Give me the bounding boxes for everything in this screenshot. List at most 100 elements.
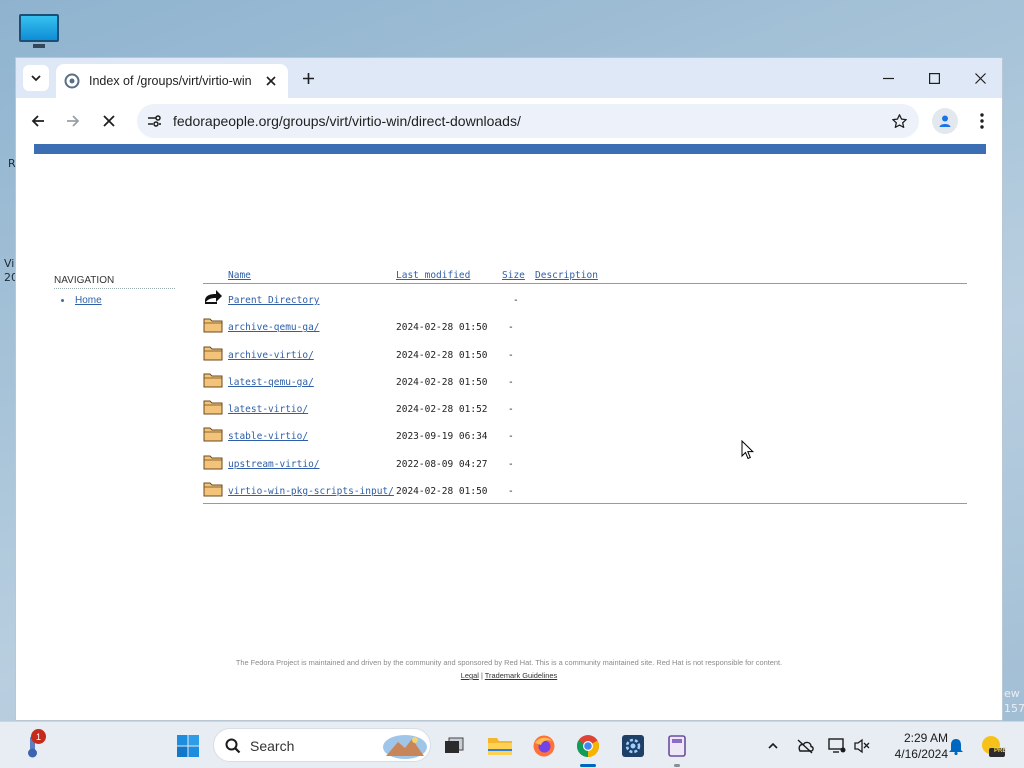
kebab-menu-icon — [980, 113, 984, 129]
firefox-button[interactable] — [529, 731, 559, 761]
row-name-link[interactable]: archive-virtio/ — [228, 350, 314, 361]
search-icon — [225, 738, 241, 754]
app-open-indicator — [674, 764, 680, 767]
page-content: NAVIGATION Home Name Last modified Size … — [16, 144, 1002, 720]
navigation-item: Home — [61, 295, 102, 306]
row-name-link[interactable]: upstream-virtio/ — [228, 459, 320, 470]
notifications-button[interactable] — [941, 731, 971, 761]
bullet-icon — [61, 299, 64, 302]
gear-icon — [622, 735, 644, 757]
folder-icon[interactable] — [203, 453, 223, 471]
maximize-icon — [928, 72, 940, 84]
row-name-link[interactable]: Parent Directory — [228, 295, 320, 306]
address-bar[interactable]: fedorapeople.org/groups/virt/virtio-win/… — [137, 104, 919, 138]
app-window-button[interactable] — [662, 731, 692, 761]
new-tab-button[interactable] — [297, 67, 319, 89]
folder-icon[interactable] — [203, 425, 223, 443]
parent-directory-icon[interactable] — [203, 289, 223, 307]
search-highlight-image-icon — [383, 735, 427, 759]
notification-badge: 1 — [31, 729, 46, 744]
person-icon — [939, 115, 951, 127]
file-explorer-button[interactable] — [485, 731, 515, 761]
profile-avatar-button[interactable] — [932, 108, 958, 134]
close-tab-icon[interactable] — [262, 72, 280, 90]
trademark-guidelines-link[interactable]: Trademark Guidelines — [485, 671, 557, 680]
table-row: virtio-win-pkg-scripts-input/2024-02-28 … — [203, 475, 967, 502]
search-label: Search — [250, 738, 295, 754]
folder-icon[interactable] — [203, 398, 223, 416]
plus-icon — [302, 72, 314, 84]
row-name-link[interactable]: latest-qemu-ga/ — [228, 377, 314, 388]
stop-loading-button[interactable] — [96, 108, 122, 134]
chevron-up-icon — [768, 742, 778, 749]
sort-by-size-link[interactable]: Size — [502, 270, 525, 281]
forward-button[interactable] — [60, 108, 86, 134]
tab-search-button[interactable] — [23, 65, 49, 91]
desktop-text-fragment: ew — [1004, 687, 1020, 700]
show-hidden-icons-button[interactable] — [758, 731, 788, 761]
folder-icon[interactable] — [203, 480, 223, 498]
row-modified: 2024-02-28 01:50 — [396, 349, 488, 361]
stop-x-icon — [103, 115, 115, 127]
row-modified: 2024-02-28 01:50 — [396, 486, 488, 498]
row-name-link[interactable]: latest-virtio/ — [228, 404, 308, 415]
navigation-heading: NAVIGATION — [54, 275, 175, 289]
tab-title: Index of /groups/virt/virtio-win — [89, 74, 252, 88]
desktop-computer-icon[interactable] — [17, 12, 61, 50]
preview-badge-button[interactable]: PRE — [977, 731, 1007, 761]
row-size: - — [513, 295, 519, 306]
minimize-button[interactable] — [865, 64, 911, 92]
chrome-button[interactable] — [573, 731, 603, 761]
browser-menu-button[interactable] — [969, 108, 995, 134]
table-row: archive-virtio/2024-02-28 01:50 - — [203, 339, 967, 366]
taskbar-search-box[interactable]: Search — [213, 728, 431, 762]
sort-by-name-link[interactable]: Name — [228, 270, 251, 281]
row-modified: 2024-02-28 01:52 — [396, 404, 488, 416]
task-view-button[interactable] — [439, 731, 469, 761]
system-clock[interactable]: 2:29 AM 4/16/2024 — [878, 730, 948, 762]
table-row: latest-virtio/2024-02-28 01:52 - — [203, 393, 967, 420]
row-name-link[interactable]: stable-virtio/ — [228, 431, 308, 442]
table-row: Parent Directory - — [203, 284, 967, 311]
back-button[interactable] — [25, 108, 51, 134]
sort-by-modified-link[interactable]: Last modified — [396, 270, 470, 281]
row-size: - — [508, 431, 514, 443]
row-name-link[interactable]: virtio-win-pkg-scripts-input/ — [228, 486, 394, 497]
table-row: stable-virtio/2023-09-19 06:34 - — [203, 420, 967, 447]
browser-tab-active[interactable]: Index of /groups/virt/virtio-win — [56, 64, 288, 98]
row-modified: 2023-09-19 06:34 — [396, 431, 488, 443]
folder-icon[interactable] — [203, 344, 223, 362]
table-row: upstream-virtio/2022-08-09 04:27 - — [203, 448, 967, 475]
start-button[interactable] — [173, 731, 203, 761]
row-modified: 2024-02-28 01:50 — [396, 322, 488, 334]
onedrive-button[interactable] — [790, 731, 820, 761]
page-footer: The Fedora Project is maintained and dri… — [16, 658, 1002, 680]
preview-build-icon — [982, 736, 1005, 757]
folder-icon[interactable] — [203, 316, 223, 334]
windows-logo-icon — [177, 735, 199, 757]
home-link[interactable]: Home — [75, 295, 102, 306]
clock-time: 2:29 AM — [903, 731, 948, 745]
settings-app-button[interactable] — [618, 731, 648, 761]
folder-icon[interactable] — [203, 371, 223, 389]
row-size: - — [508, 486, 514, 498]
desktop-text-fragment: Vi — [4, 257, 15, 270]
minimize-icon — [882, 77, 894, 79]
volume-button[interactable] — [847, 731, 877, 761]
maximize-button[interactable] — [911, 64, 957, 92]
row-modified: 2022-08-09 04:27 — [396, 458, 488, 470]
listing-header: Name Last modified Size Description — [203, 266, 967, 284]
bookmark-star-icon[interactable] — [887, 109, 911, 133]
close-window-button[interactable] — [957, 64, 1002, 92]
browser-window: Index of /groups/virt/virtio-win fedorap… — [15, 57, 1003, 721]
navigation-list: Home — [61, 295, 102, 306]
sort-by-description-link[interactable]: Description — [535, 270, 598, 281]
row-modified: 2024-02-28 01:50 — [396, 376, 488, 388]
task-view-icon — [445, 737, 464, 753]
site-info-icon[interactable] — [141, 108, 167, 134]
row-name-link[interactable]: archive-qemu-ga/ — [228, 322, 320, 333]
footer-text: The Fedora Project is maintained and dri… — [235, 658, 783, 667]
table-row: latest-qemu-ga/2024-02-28 01:50 - — [203, 366, 967, 393]
row-size: - — [508, 458, 514, 470]
legal-link[interactable]: Legal — [461, 671, 479, 680]
